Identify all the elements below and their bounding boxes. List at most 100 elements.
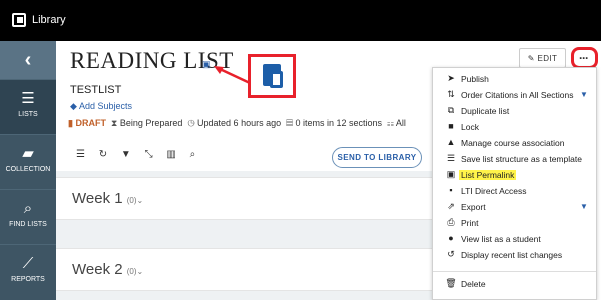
item-count: 0 items in 12 sections: [295, 118, 383, 128]
menu-item-duplicate[interactable]: ⧉ Duplicate list: [433, 103, 596, 119]
library-logo-icon: [12, 13, 26, 27]
more-actions-button[interactable]: ···: [571, 47, 598, 69]
clock-icon: ◷: [187, 118, 195, 128]
menu-item-lti-direct-access[interactable]: ▪ LTI Direct Access: [433, 183, 596, 199]
draft-icon: ▮: [68, 118, 73, 128]
permalink-icon: ▣: [446, 169, 456, 179]
add-subjects-label: Add Subjects: [78, 101, 132, 111]
sort-icon: ⇅: [447, 89, 455, 99]
sections-icon: ☷: [387, 118, 394, 128]
chart-icon: ⟋: [22, 255, 34, 272]
export-icon: ⇗: [447, 201, 455, 211]
menu-item-label: LTI Direct Access: [461, 186, 527, 196]
history-icon: ↺: [447, 249, 455, 259]
sidebar-item-label: LISTS: [18, 111, 38, 118]
copy-permalink-icon[interactable]: ▣: [202, 59, 211, 70]
send-to-library-button[interactable]: SEND TO LIBRARY: [332, 147, 422, 168]
menu-item-recent-changes[interactable]: ↺ Display recent list changes: [433, 247, 596, 263]
top-bar: Library: [0, 0, 601, 41]
menu-item-order-citations[interactable]: ⇅ Order Citations in All Sections ▼: [433, 87, 596, 103]
hourglass-icon: ⧗: [110, 118, 118, 128]
folder-icon: ▰: [22, 145, 34, 162]
section-count: (0): [126, 267, 137, 276]
search-icon: ⌕: [23, 200, 33, 217]
menu-item-label: List Permalink: [459, 170, 517, 180]
menu-item-label: Export: [461, 202, 486, 212]
lock-icon: ■: [448, 121, 454, 131]
list-icon: ☰: [21, 90, 35, 107]
sidebar-item-reports[interactable]: ⟋ REPORTS: [0, 244, 56, 299]
permalink-callout-box: [248, 54, 296, 98]
menu-item-label: Order Citations in All Sections: [461, 90, 574, 100]
section-gap: [56, 291, 436, 300]
menu-item-print[interactable]: ⎙ Print: [433, 215, 596, 231]
list-view-icon[interactable]: ☰: [76, 149, 85, 160]
print-icon: ⎙: [447, 217, 455, 227]
menu-item-label: Manage course association: [461, 138, 565, 148]
menu-item-lock[interactable]: ■ Lock: [433, 119, 596, 135]
sidebar-item-collection[interactable]: ▰ COLLECTION: [0, 134, 56, 189]
menu-item-label: Print: [461, 218, 479, 228]
main-content: READING LIST ▣ TESTLIST ◆ Add Subjects ▮…: [56, 41, 601, 300]
section-count: (0): [126, 196, 137, 205]
status-badge: DRAFT: [75, 118, 106, 128]
collapse-icon[interactable]: ⤡: [145, 149, 153, 160]
chevron-down-icon[interactable]: ⌄: [137, 196, 144, 205]
pencil-icon: ✎: [527, 54, 535, 63]
sidebar-item-label: FIND LISTS: [9, 221, 47, 228]
list-toolbar: ☰ ↻ ▼ ⤡ ▥ ⌕: [76, 149, 206, 165]
prep-status: Being Prepared: [119, 118, 183, 128]
section-gap: [56, 220, 436, 248]
add-subjects-link[interactable]: ◆ Add Subjects: [70, 101, 132, 112]
section-week-1[interactable]: Week 1 (0)⌄: [56, 177, 436, 220]
menu-item-label: Display recent list changes: [461, 250, 563, 260]
menu-item-export[interactable]: ⇗ Export ▼: [433, 199, 596, 215]
book-icon: ▤: [286, 118, 293, 128]
menu-item-save-template[interactable]: ☰ Save list structure as a template: [433, 151, 596, 167]
visibility: All: [395, 118, 406, 128]
menu-item-label: Publish: [461, 74, 489, 84]
section-title: Week 1: [72, 190, 123, 207]
menu-item-view-as-student[interactable]: ● View list as a student: [433, 231, 596, 247]
menu-item-label: Delete: [461, 279, 486, 289]
send-icon: ➤: [447, 73, 455, 83]
refresh-icon[interactable]: ↻: [99, 149, 107, 160]
trash-icon: 🗑: [445, 278, 457, 288]
menu-divider: [433, 271, 596, 272]
sidebar: ‹ ☰ LISTS ▰ COLLECTION ⌕ FIND LISTS ⟋ RE…: [0, 41, 56, 300]
sidebar-item-find-lists[interactable]: ⌕ FIND LISTS: [0, 189, 56, 244]
chevron-down-icon[interactable]: ▼: [580, 90, 588, 99]
menu-item-label: View list as a student: [461, 234, 541, 244]
chevron-down-icon[interactable]: ⌄: [137, 267, 144, 276]
filter-icon[interactable]: ▼: [121, 149, 131, 160]
menu-item-label: Save list structure as a template: [461, 154, 582, 164]
menu-item-course-association[interactable]: ▲ Manage course association: [433, 135, 596, 151]
copy-icon: ⧉: [447, 105, 455, 115]
menu-item-label: Duplicate list: [461, 106, 510, 116]
menu-item-list-permalink[interactable]: ▣ List Permalink: [433, 167, 596, 183]
chevron-down-icon[interactable]: ▼: [580, 202, 588, 211]
template-icon: ☰: [446, 153, 456, 163]
sidebar-collapse-button[interactable]: ‹: [0, 41, 56, 79]
more-actions-menu: ➤ Publish ⇅ Order Citations in All Secti…: [432, 67, 597, 300]
menu-item-publish[interactable]: ➤ Publish: [433, 71, 596, 87]
sidebar-item-label: COLLECTION: [5, 166, 51, 173]
user-icon: ●: [448, 233, 454, 243]
sidebar-item-label: REPORTS: [11, 276, 45, 283]
lti-icon: ▪: [449, 185, 453, 195]
sidebar-item-lists[interactable]: ☰ LISTS: [0, 79, 56, 134]
annotation-arrow: [214, 66, 251, 85]
copy-document-front-icon: [270, 71, 283, 88]
section-title: Week 2: [72, 261, 123, 278]
menu-item-label: Lock: [461, 122, 479, 132]
app-title: Library: [32, 14, 66, 26]
list-meta: ▮ DRAFT ⧗ Being Prepared ◷ Updated 6 hou…: [68, 118, 406, 129]
edit-button[interactable]: ✎ EDIT: [519, 48, 566, 68]
list-name: TESTLIST: [70, 84, 122, 96]
analytics-icon[interactable]: ▥: [166, 149, 175, 160]
menu-item-delete[interactable]: 🗑 Delete: [433, 276, 596, 292]
section-week-2[interactable]: Week 2 (0)⌄: [56, 248, 436, 291]
edit-label: EDIT: [537, 54, 558, 63]
search-icon[interactable]: ⌕: [190, 149, 196, 160]
more-icon: ···: [579, 51, 589, 65]
